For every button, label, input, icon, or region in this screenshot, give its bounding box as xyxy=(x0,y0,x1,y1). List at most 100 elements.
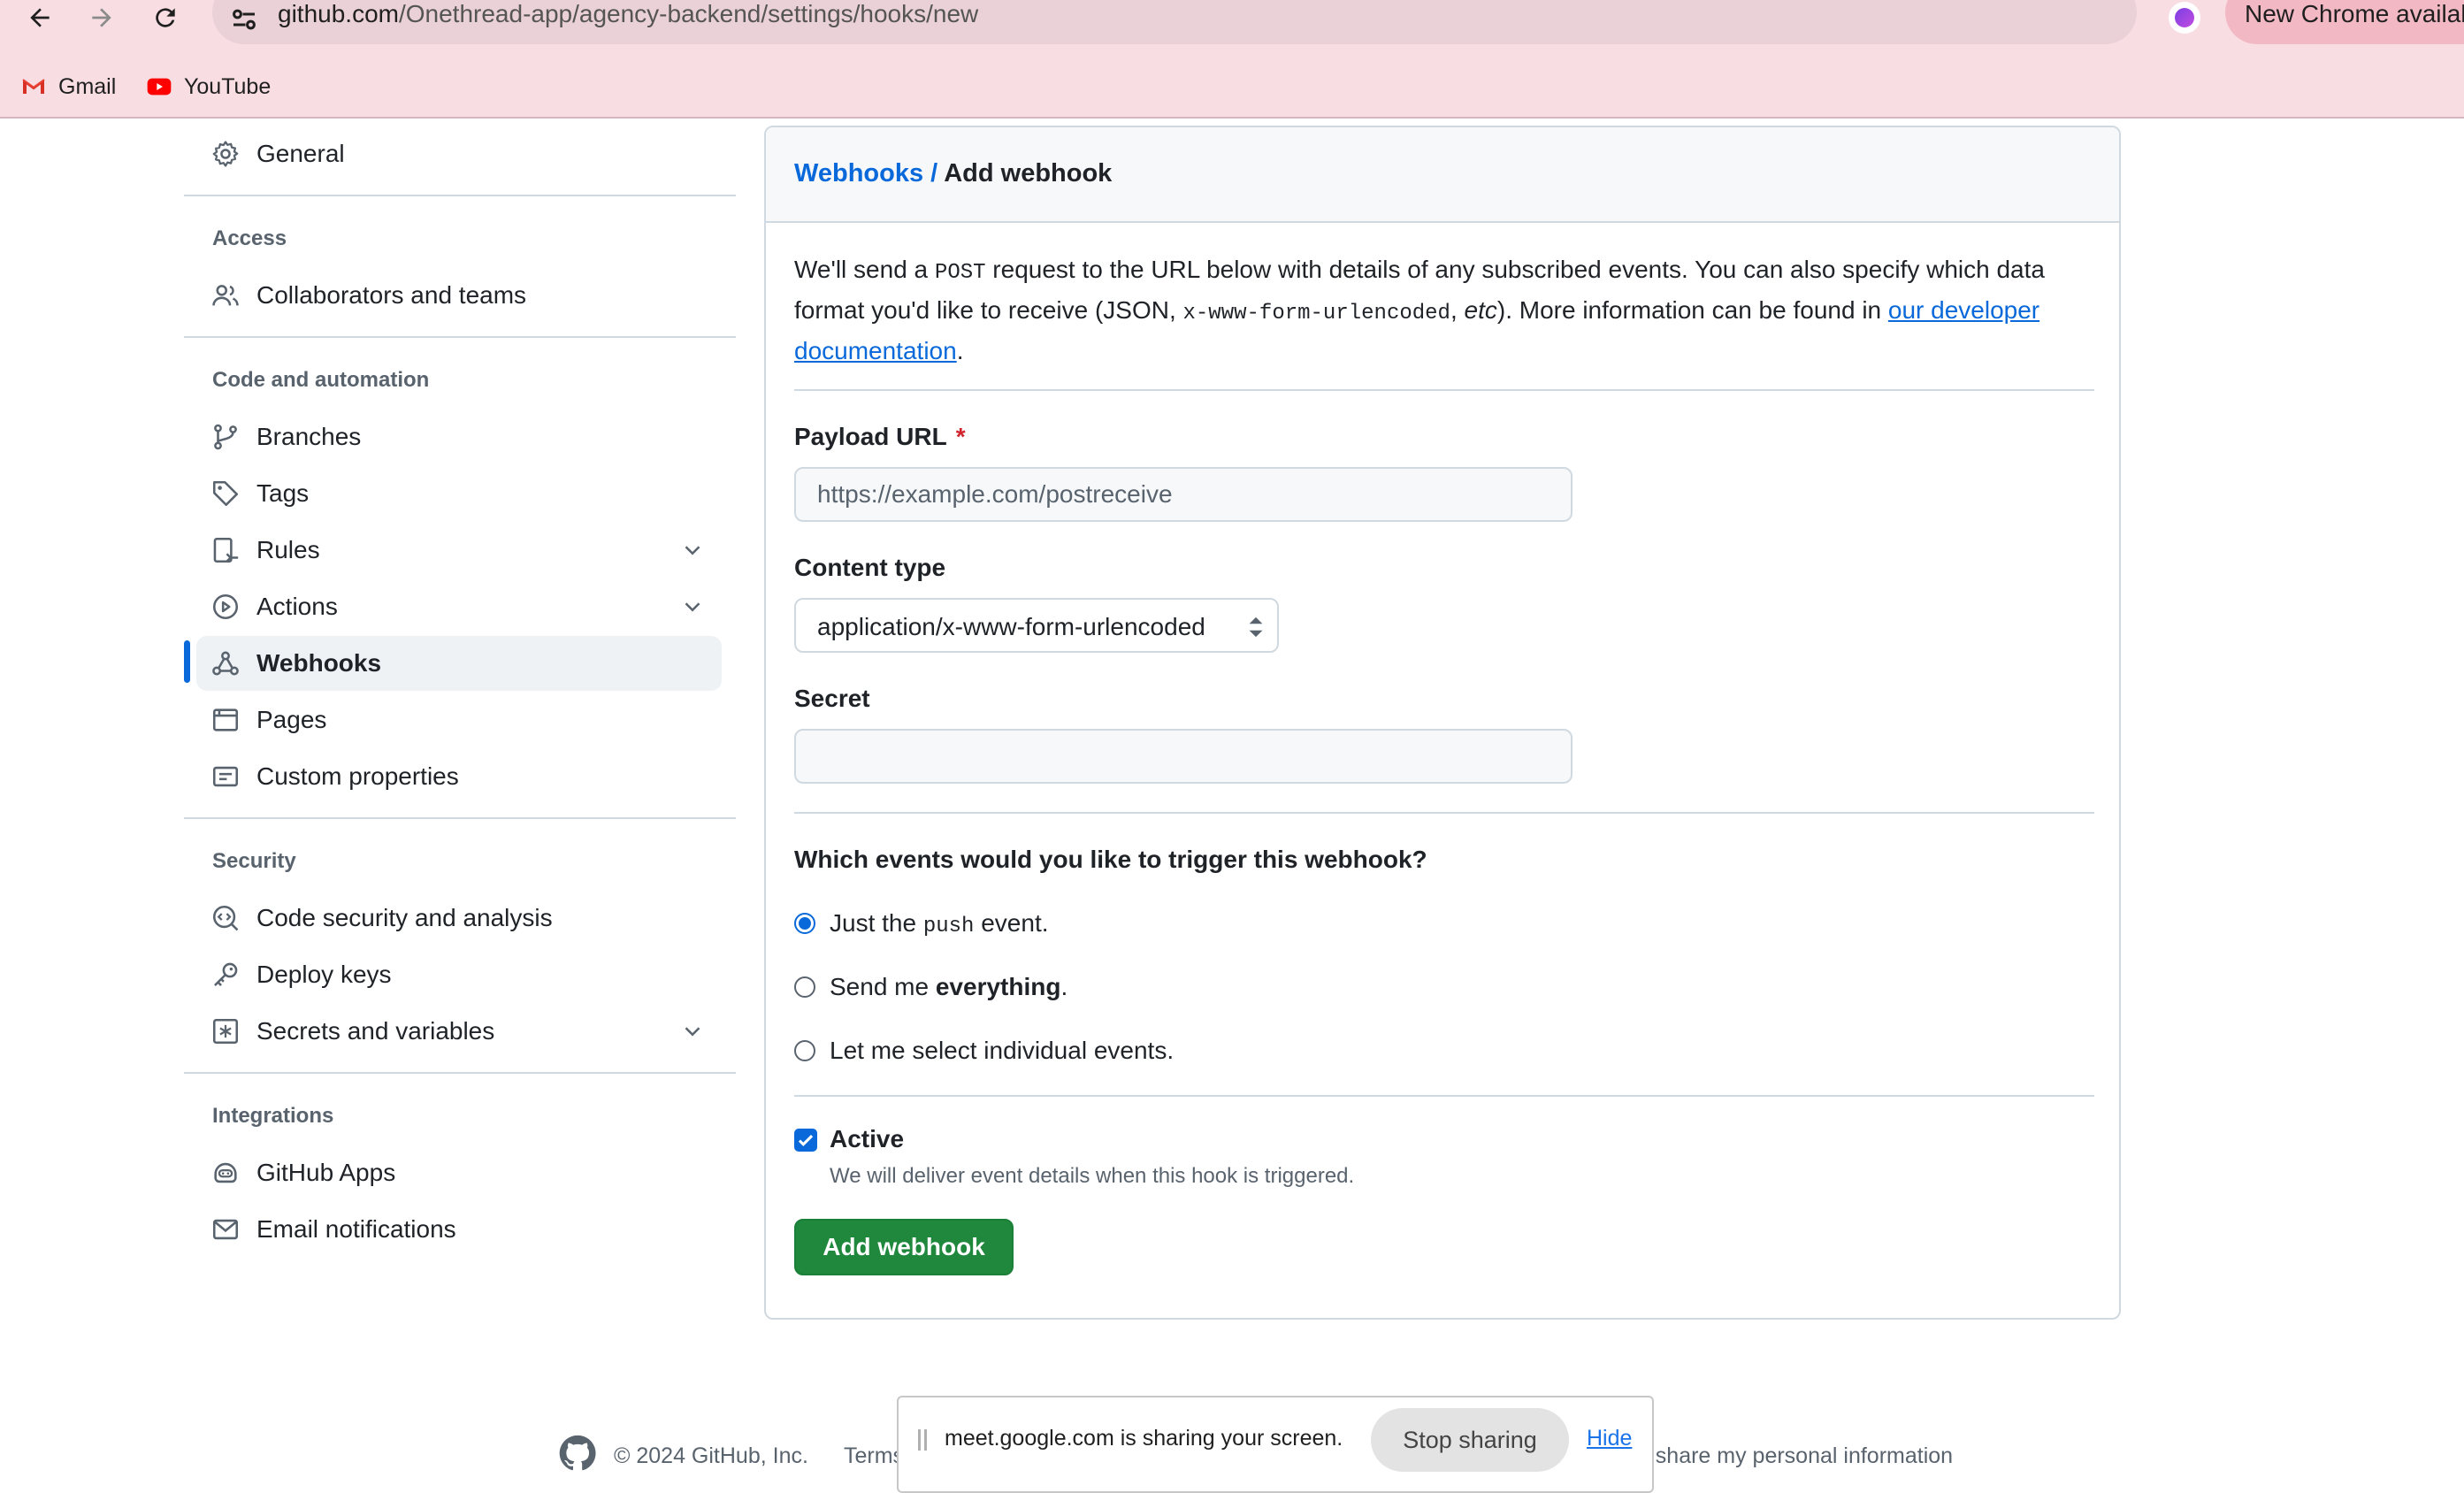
asterisk-box-icon xyxy=(210,1016,241,1046)
event-option-push[interactable]: Just the push event. xyxy=(794,906,1049,941)
payload-url-label-text: Payload URL xyxy=(794,423,947,450)
repo-rules-icon xyxy=(210,535,241,565)
event-option-push-code: push xyxy=(922,914,975,938)
bookmark-youtube[interactable]: YouTube xyxy=(145,69,271,104)
sidebar-item-email-notifications[interactable]: Email notifications xyxy=(196,1202,722,1257)
radio-individual[interactable] xyxy=(794,1040,815,1061)
event-option-individual[interactable]: Let me select individual events. xyxy=(794,1033,1174,1068)
chrome-update-button[interactable]: New Chrome availab xyxy=(2225,0,2464,44)
bookmark-gmail-label: Gmail xyxy=(58,73,117,99)
sidebar-item-label: General xyxy=(256,140,345,167)
sidebar-section-access: Access xyxy=(212,226,287,250)
reload-button[interactable] xyxy=(145,0,186,35)
forward-button[interactable] xyxy=(81,0,122,35)
sidebar-section-security: Security xyxy=(212,849,296,873)
active-note: We will deliver event details when this … xyxy=(830,1164,1355,1188)
sidebar-divider xyxy=(184,336,736,338)
event-option-everything-text: Send me xyxy=(830,973,936,1000)
event-option-individual-label: Let me select individual events. xyxy=(830,1037,1175,1064)
tag-icon xyxy=(210,479,241,509)
sidebar-item-custom-properties[interactable]: Custom properties xyxy=(196,749,722,804)
sidebar-item-secrets[interactable]: Secrets and variables xyxy=(196,1004,722,1059)
sidebar-item-github-apps[interactable]: GitHub Apps xyxy=(196,1145,722,1200)
sidebar-section-code-automation: Code and automation xyxy=(212,368,430,392)
screen-share-text: meet.google.com is sharing your screen. xyxy=(945,1426,1343,1451)
codescan-icon xyxy=(210,903,241,933)
key-icon xyxy=(210,960,241,990)
bookmark-youtube-label: YouTube xyxy=(184,73,272,99)
sidebar-item-rules[interactable]: Rules xyxy=(196,523,722,578)
people-icon xyxy=(210,280,241,310)
sidebar-item-label: Custom properties xyxy=(256,762,459,790)
content-type-value: application/x-www-form-urlencoded xyxy=(817,613,1205,640)
footer-privacy-link[interactable]: ot share my personal information xyxy=(1631,1443,1953,1469)
payload-url-input[interactable] xyxy=(794,467,1573,522)
site-settings-icon[interactable] xyxy=(228,4,260,35)
sidebar-item-deploy-keys[interactable]: Deploy keys xyxy=(196,947,722,1002)
select-arrows-icon xyxy=(1249,616,1263,638)
intro-etc: etc xyxy=(1464,296,1497,324)
drag-handle-icon[interactable] xyxy=(918,1429,927,1451)
section-divider xyxy=(794,1095,2094,1097)
chrome-update-label: New Chrome availab xyxy=(2245,0,2464,27)
sidebar-item-actions[interactable]: Actions xyxy=(196,579,722,634)
sidebar-divider xyxy=(184,195,736,196)
mail-icon xyxy=(210,1214,241,1244)
sidebar-item-label: Tags xyxy=(256,479,310,507)
github-logo-icon[interactable] xyxy=(557,1433,598,1474)
stop-sharing-button[interactable]: Stop sharing xyxy=(1371,1408,1569,1472)
add-webhook-panel: Webhooks / Add webhook We'll send a POST… xyxy=(764,126,2121,1320)
chevron-down-icon[interactable] xyxy=(679,593,706,620)
add-webhook-button[interactable]: Add webhook xyxy=(794,1219,1014,1275)
screen-share-banner: meet.google.com is sharing your screen. … xyxy=(897,1396,1654,1493)
footer-terms-link[interactable]: Terms xyxy=(844,1443,904,1469)
sidebar-item-general[interactable]: General xyxy=(196,126,722,181)
radio-everything[interactable] xyxy=(794,976,815,998)
sidebar-item-tags[interactable]: Tags xyxy=(196,466,722,521)
breadcrumb-webhooks-link[interactable]: Webhooks xyxy=(794,159,923,188)
address-bar[interactable]: github.com/Onethread-app/agency-backend/… xyxy=(212,0,2323,44)
sidebar-item-collaborators[interactable]: Collaborators and teams xyxy=(196,268,722,323)
content-type-select[interactable]: application/x-www-form-urlencoded xyxy=(794,598,1279,653)
youtube-icon xyxy=(147,78,172,96)
event-option-everything[interactable]: Send me everything. xyxy=(794,969,1067,1005)
secret-input[interactable] xyxy=(794,729,1573,784)
back-arrow-icon xyxy=(30,8,50,27)
sidebar-item-branches[interactable]: Branches xyxy=(196,410,722,464)
profile-avatar[interactable] xyxy=(2169,2,2200,34)
url-host: github.com xyxy=(278,0,399,27)
radio-push[interactable] xyxy=(794,913,815,934)
sidebar-item-label: GitHub Apps xyxy=(256,1159,396,1186)
back-button[interactable] xyxy=(19,0,60,35)
active-indicator xyxy=(184,640,190,683)
chevron-down-icon[interactable] xyxy=(679,537,706,563)
browser-window-icon xyxy=(210,705,241,735)
git-branch-icon xyxy=(210,422,241,452)
panel-header: Webhooks / Add webhook xyxy=(766,127,2119,223)
sidebar-item-label: Pages xyxy=(256,706,327,733)
sidebar-item-pages[interactable]: Pages xyxy=(196,693,722,747)
bookmark-gmail[interactable]: Gmail xyxy=(19,69,116,104)
sidebar-item-label: Actions xyxy=(256,593,338,620)
event-option-push-label: Just the push event. xyxy=(830,909,1049,938)
apps-icon xyxy=(210,1158,241,1188)
intro-code-urlencoded: x-www-form-urlencoded xyxy=(1182,302,1450,325)
sidebar-divider xyxy=(184,1072,736,1074)
sidebar-item-label: Code security and analysis xyxy=(256,904,553,931)
active-label: Active xyxy=(830,1125,905,1152)
chevron-down-icon[interactable] xyxy=(679,1018,706,1045)
events-question: Which events would you like to trigger t… xyxy=(794,846,1427,873)
sidebar-item-label: Rules xyxy=(256,536,320,563)
sidebar-item-code-security[interactable]: Code security and analysis xyxy=(196,891,722,946)
sidebar-item-webhooks[interactable]: Webhooks xyxy=(196,636,722,691)
content-type-label: Content type xyxy=(794,554,946,581)
secret-label: Secret xyxy=(794,685,870,712)
intro-text-part: We'll send a xyxy=(794,256,935,283)
hide-banner-link[interactable]: Hide xyxy=(1587,1426,1632,1451)
active-checkbox[interactable] xyxy=(794,1129,817,1152)
checkmark-icon xyxy=(798,1135,814,1147)
event-option-push-text: Just the xyxy=(830,908,923,937)
event-option-everything-label: Send me everything. xyxy=(830,973,1067,1001)
profile-avatar-icon xyxy=(2175,8,2194,27)
gear-icon xyxy=(210,139,241,169)
